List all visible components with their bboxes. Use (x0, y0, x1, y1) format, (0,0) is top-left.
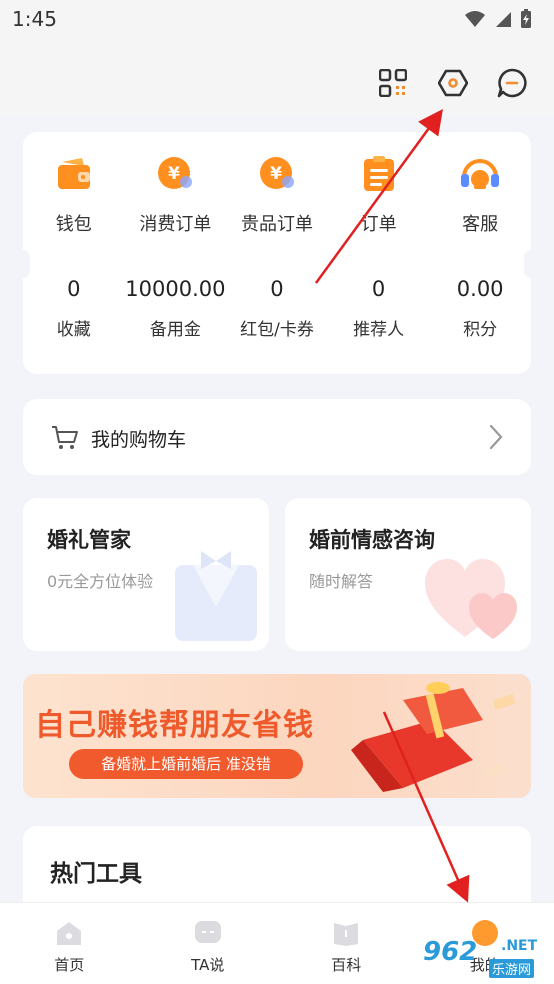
feature-title: 婚礼管家 (47, 528, 131, 552)
shopping-cart-row[interactable]: 我的购物车 (23, 399, 531, 475)
stat-reserve-fund[interactable]: 10000.00 备用金 (125, 277, 227, 340)
quick-action-orders[interactable]: 订单 (328, 154, 430, 236)
message-bubble-icon (497, 68, 527, 98)
signal-icon (496, 12, 511, 27)
quick-action-wallet[interactable]: 钱包 (23, 154, 125, 236)
stat-value: 0 (67, 277, 81, 301)
settings-hexagon-icon (438, 69, 468, 97)
banner-pill-text: 备婚就上婚前婚后 准没错 (101, 755, 271, 773)
stat-value: 0.00 (456, 277, 504, 301)
section-title: 热门工具 (50, 861, 142, 887)
stat-points[interactable]: 0.00 积分 (429, 277, 531, 340)
chevron-right-icon (489, 424, 503, 450)
stat-value: 0 (371, 277, 386, 301)
card-notch-left (16, 250, 30, 278)
wedding-butler-card[interactable]: 婚礼管家 0元全方位体验 (23, 498, 269, 651)
qr-code-icon (379, 69, 407, 97)
account-card: 钱包 ¥ 消费订单 ¥ 贵品订单 订单 客服 0 收藏 10000.00 备用金… (16, 132, 538, 374)
headset-icon (461, 159, 500, 189)
watermark-subtitle: 乐游网 (489, 959, 535, 978)
banner-title: 自己赚钱帮朋友省钱 (35, 708, 314, 743)
stat-referrer[interactable]: 0 推荐人 (328, 277, 430, 340)
book-icon (334, 923, 358, 946)
quick-action-label: 订单 (360, 214, 397, 235)
settings-button[interactable] (438, 68, 468, 98)
status-time: 1:45 (12, 7, 57, 31)
hearts-illustration-icon (425, 559, 517, 639)
chat-icon (194, 921, 221, 943)
svg-text:¥: ¥ (168, 164, 180, 184)
tab-label: 首页 (54, 956, 85, 974)
order-list-icon (363, 156, 394, 191)
status-bar: 1:45 (0, 0, 554, 40)
stat-label: 推荐人 (353, 320, 405, 340)
promo-banner[interactable]: 自己赚钱帮朋友省钱 备婚就上婚前婚后 准没错 (23, 674, 531, 798)
cart-label: 我的购物车 (91, 429, 187, 451)
battery-icon (521, 9, 531, 28)
stat-favorites[interactable]: 0 收藏 (23, 277, 125, 340)
suit-illustration-icon (175, 551, 257, 641)
feature-subtitle: 随时解答 (309, 572, 374, 591)
wallet-icon (57, 158, 90, 189)
stat-label: 积分 (463, 320, 498, 340)
home-icon (57, 922, 81, 945)
quick-action-label: 钱包 (55, 214, 92, 235)
stat-value: 0 (270, 277, 284, 301)
quick-action-customer-service[interactable]: 客服 (429, 154, 531, 236)
yuan-coin-icon: ¥ (259, 157, 294, 189)
cart-icon (52, 426, 78, 449)
tab-home[interactable]: 首页 (0, 903, 139, 984)
stat-coupons[interactable]: 0 红包/卡券 (226, 277, 328, 340)
yuan-coin-icon: ¥ (158, 157, 193, 189)
status-icons (464, 9, 532, 29)
wifi-icon (465, 11, 485, 27)
card-notch-right (524, 250, 538, 278)
tab-encyclopedia[interactable]: 百科 (277, 903, 416, 984)
scan-qr-button[interactable] (378, 68, 408, 98)
tab-label: 百科 (331, 956, 362, 974)
watermark-text: 962 (423, 937, 478, 967)
stat-label: 收藏 (56, 320, 91, 340)
svg-text:¥: ¥ (270, 164, 282, 184)
quick-action-premium-orders[interactable]: ¥ 贵品订单 (226, 154, 328, 236)
message-button[interactable] (497, 68, 527, 98)
banner-pill: 备婚就上婚前婚后 准没错 (69, 749, 303, 779)
quick-action-label: 消费订单 (139, 214, 212, 235)
feature-subtitle: 0元全方位体验 (47, 572, 154, 591)
top-header (0, 40, 554, 116)
quick-actions-row: 钱包 ¥ 消费订单 ¥ 贵品订单 订单 客服 (23, 154, 531, 236)
stats-row: 0 收藏 10000.00 备用金 0 红包/卡券 0 推荐人 0.00 积分 (23, 277, 531, 340)
gift-box-icon (351, 682, 515, 792)
watermark-logo: 962 .NET 乐游网 (415, 935, 550, 981)
premarital-counseling-card[interactable]: 婚前情感咨询 随时解答 (285, 498, 531, 651)
stat-label: 红包/卡券 (240, 320, 314, 340)
stat-label: 备用金 (149, 320, 201, 340)
quick-action-label: 客服 (462, 214, 499, 235)
stat-value: 10000.00 (125, 277, 226, 301)
feature-title: 婚前情感咨询 (309, 528, 435, 552)
quick-action-consumption-orders[interactable]: ¥ 消费订单 (125, 154, 227, 236)
quick-action-label: 贵品订单 (240, 214, 313, 235)
tab-ta-says[interactable]: TA说 (139, 903, 278, 984)
watermark-suffix: .NET (501, 938, 538, 954)
tab-label: TA说 (191, 956, 225, 974)
